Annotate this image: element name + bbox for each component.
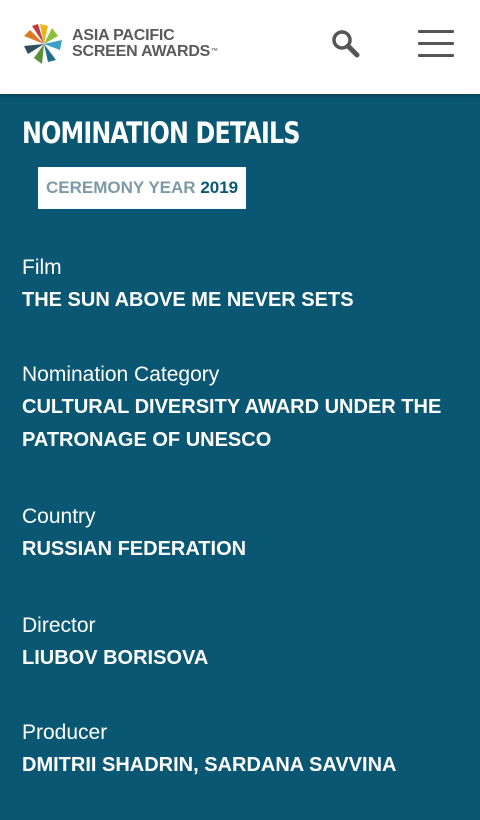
hamburger-menu-button[interactable]	[418, 30, 454, 58]
site-logo[interactable]: ASIA PACIFIC SCREEN AWARDS™	[22, 22, 218, 66]
logo-line-2-text: SCREEN AWARDS	[72, 43, 211, 60]
field-producer: Producer DMITRII SHADRIN, SARDANA SAVVIN…	[22, 719, 462, 782]
hamburger-menu-icon	[418, 30, 454, 57]
field-label-film: Film	[22, 256, 62, 279]
country-value: RUSSIAN FEDERATION	[22, 538, 247, 560]
site-header: ASIA PACIFIC SCREEN AWARDS™	[0, 0, 480, 94]
field-director: Director LIUBOV BORISOVA	[22, 612, 462, 675]
producer-value[interactable]: DMITRII SHADRIN, SARDANA SAVVINA	[22, 749, 462, 782]
logo-line-2: SCREEN AWARDS™	[72, 44, 218, 60]
field-film: Film THE SUN ABOVE ME NEVER SETS	[22, 254, 462, 317]
field-country: Country RUSSIAN FEDERATION	[22, 503, 462, 566]
field-label-country: Country	[22, 505, 96, 528]
menu-bar	[418, 30, 454, 33]
field-label-director: Director	[22, 614, 96, 637]
menu-bar	[418, 54, 454, 57]
page-title: NOMINATION DETAILS	[22, 116, 301, 150]
film-title-value[interactable]: THE SUN ABOVE ME NEVER SETS	[22, 284, 462, 317]
trademark-mark: ™	[211, 48, 218, 55]
field-label-nomination-category: Nomination Category	[22, 363, 220, 386]
ceremony-year-value: 2019	[200, 178, 239, 197]
director-value[interactable]: LIUBOV BORISOVA	[22, 642, 462, 675]
field-label-producer: Producer	[22, 721, 108, 744]
menu-bar	[418, 42, 454, 45]
nomination-category-value: CULTURAL DIVERSITY AWARD UNDER THE PATRO…	[22, 396, 442, 451]
logo-wordmark: ASIA PACIFIC SCREEN AWARDS™	[72, 28, 218, 60]
ceremony-year-badge: CEREMONY YEAR 2019	[38, 167, 247, 209]
star-logo-icon	[24, 24, 62, 64]
search-icon	[332, 30, 360, 58]
search-button[interactable]	[330, 28, 360, 58]
ceremony-year-label: CEREMONY YEAR	[46, 178, 196, 197]
field-nomination-category: Nomination Category CULTURAL DIVERSITY A…	[22, 361, 462, 457]
logo-line-1: ASIA PACIFIC	[72, 27, 175, 44]
